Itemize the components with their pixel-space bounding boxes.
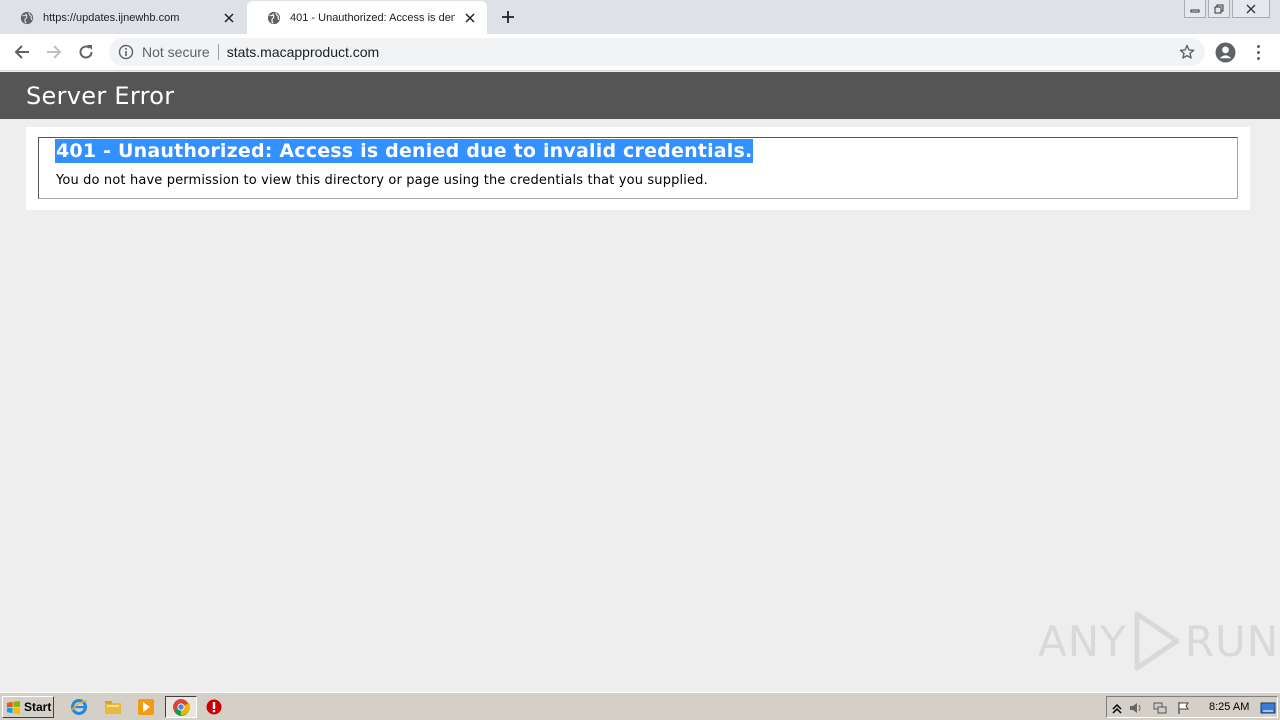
stop-icon[interactable] <box>205 698 223 716</box>
info-icon[interactable] <box>118 44 134 60</box>
close-tab-icon[interactable] <box>463 11 477 25</box>
browser-menu-button[interactable] <box>1250 43 1266 61</box>
chrome-icon[interactable] <box>172 698 190 716</box>
error-content: 401 - Unauthorized: Access is denied due… <box>26 127 1250 210</box>
file-explorer-icon[interactable] <box>104 698 122 716</box>
internet-explorer-icon[interactable] <box>70 698 88 716</box>
error-heading: 401 - Unauthorized: Access is denied due… <box>55 139 754 163</box>
page-title: Server Error <box>26 82 175 110</box>
new-tab-button[interactable] <box>499 8 517 26</box>
close-window-button[interactable] <box>1232 0 1270 18</box>
arrow-right-icon <box>47 45 62 59</box>
system-tray: 8:25 AM <box>1106 696 1278 718</box>
taskbar: Start 8:25 AM <box>0 692 1280 720</box>
windows-flag-icon <box>6 700 21 714</box>
reload-icon <box>79 45 93 59</box>
address-bar[interactable]: Not secure stats.macapproduct.com <box>109 38 1205 66</box>
play-logo-icon <box>1134 611 1180 671</box>
action-center-flag-icon[interactable] <box>1177 701 1191 715</box>
volume-icon[interactable] <box>1129 701 1143 715</box>
bookmark-star-icon[interactable] <box>1179 44 1195 60</box>
media-player-icon[interactable] <box>137 698 155 716</box>
account-icon[interactable] <box>1215 42 1236 63</box>
restore-icon <box>1214 4 1224 13</box>
show-hidden-icons-icon[interactable] <box>1110 701 1124 715</box>
globe-icon <box>20 11 34 24</box>
tab-title: https://updates.ijnewhb.com <box>43 11 180 24</box>
anyrun-watermark: ANY RUN <box>1038 610 1279 672</box>
tab-strip: https://updates.ijnewhb.com 401 - Unauth… <box>0 0 1280 34</box>
network-icon[interactable] <box>1153 701 1167 715</box>
tab-unauthorized[interactable]: 401 - Unauthorized: Access is denied due… <box>247 1 487 34</box>
start-button[interactable]: Start <box>2 696 54 718</box>
reload-button[interactable] <box>74 41 98 63</box>
page-content: Server Error 401 - Unauthorized: Access … <box>0 72 1280 692</box>
arrow-left-icon <box>14 45 29 59</box>
close-icon <box>1246 4 1256 13</box>
close-tab-icon[interactable] <box>222 11 236 25</box>
tab-title: 401 - Unauthorized: Access is denied due… <box>290 11 455 24</box>
header-bar: Server Error <box>0 72 1280 119</box>
clock[interactable]: 8:25 AM <box>1209 701 1249 713</box>
url-text[interactable]: stats.macapproduct.com <box>227 44 380 60</box>
restore-button[interactable] <box>1208 0 1230 18</box>
minimize-button[interactable] <box>1184 0 1206 18</box>
show-desktop-icon[interactable] <box>1260 701 1276 715</box>
error-message: You do not have permission to view this … <box>56 173 708 188</box>
address-separator <box>217 44 219 60</box>
back-button[interactable] <box>10 41 34 63</box>
watermark-right-text: RUN <box>1184 616 1280 666</box>
browser-toolbar: Not secure stats.macapproduct.com <box>0 34 1280 71</box>
forward-button[interactable] <box>42 41 66 63</box>
start-label: Start <box>24 700 52 714</box>
plus-icon <box>502 11 514 23</box>
minimize-icon <box>1190 9 1200 12</box>
error-fieldset: 401 - Unauthorized: Access is denied due… <box>38 137 1238 199</box>
globe-icon <box>267 11 281 24</box>
watermark-left-text: ANY <box>1038 616 1127 666</box>
security-label[interactable]: Not secure <box>142 44 210 60</box>
tab-updates[interactable]: https://updates.ijnewhb.com <box>0 1 246 34</box>
